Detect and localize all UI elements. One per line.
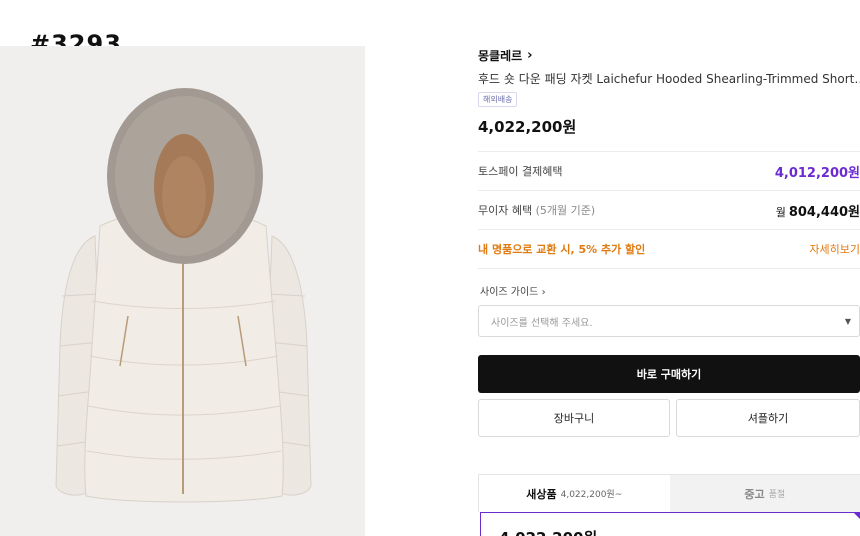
benefit-value: 804,440원: [788, 204, 860, 220]
brand-link[interactable]: 몽클레르 ›: [478, 47, 533, 64]
size-select-placeholder: 사이즈를 선택해 주세요.: [491, 317, 593, 329]
tab-sub: 품절: [768, 490, 786, 500]
brand-name: 몽클레르: [478, 49, 523, 63]
installment-benefit-row: 무이자 혜택 (5개월 기준) 월 804,440원: [478, 190, 860, 229]
benefit-label: 무이자 혜택: [478, 204, 533, 217]
jacket-illustration: [55, 88, 312, 503]
tosspay-benefit-row: 토스페이 결제혜택 4,012,200원: [478, 151, 860, 190]
product-info: 몽클레르 › 후드 숏 다운 패딩 자켓 Laichefur Hooded Sh…: [478, 0, 860, 536]
shuffle-button[interactable]: 셔플하기: [676, 399, 860, 437]
trade-in-benefit-row: 내 명품으로 교환 시, 5% 추가 할인 자세히보기: [478, 229, 860, 268]
size-guide-label: 사이즈 가이드: [480, 287, 539, 298]
size-guide-link[interactable]: 사이즈 가이드 ›: [480, 283, 546, 298]
condition-tabs: 새상품 4,022,200원~ 중고 품절: [478, 474, 860, 512]
selected-corner-icon: [853, 512, 860, 528]
buy-now-button[interactable]: 바로 구매하기: [478, 355, 860, 393]
product-image[interactable]: [0, 46, 365, 536]
tab-sub: 4,022,200원~: [560, 490, 623, 500]
benefit-prefix: 월: [775, 205, 786, 219]
offer-price: 4,022,200원: [499, 527, 597, 536]
tab-used[interactable]: 중고 품절: [669, 475, 860, 512]
selected-offer-card[interactable]: 4,022,200원: [480, 512, 860, 536]
product-title: 후드 숏 다운 패딩 자켓 Laichefur Hooded Shearling…: [478, 72, 860, 86]
chevron-right-icon: ›: [527, 48, 533, 63]
tab-label: 새상품: [526, 487, 557, 501]
benefit-label: 토스페이 결제혜택: [478, 165, 563, 178]
size-select[interactable]: 사이즈를 선택해 주세요. ▼: [478, 305, 860, 337]
benefit-label: 내 명품으로 교환 시, 5% 추가 할인: [478, 243, 646, 256]
divider: [478, 268, 860, 269]
benefit-value: 4,012,200원: [774, 165, 860, 181]
details-link[interactable]: 자세히보기: [809, 241, 860, 257]
benefit-sub: (5개월 기준): [535, 204, 596, 217]
chevron-right-icon: ›: [541, 287, 546, 298]
caret-down-icon: ▼: [844, 317, 851, 326]
tab-new[interactable]: 새상품 4,022,200원~: [478, 475, 670, 512]
product-price: 4,022,200원: [478, 118, 577, 136]
cart-button[interactable]: 장바구니: [478, 399, 670, 437]
shipping-badge: 해외배송: [478, 92, 518, 107]
tab-label: 중고: [744, 487, 765, 501]
